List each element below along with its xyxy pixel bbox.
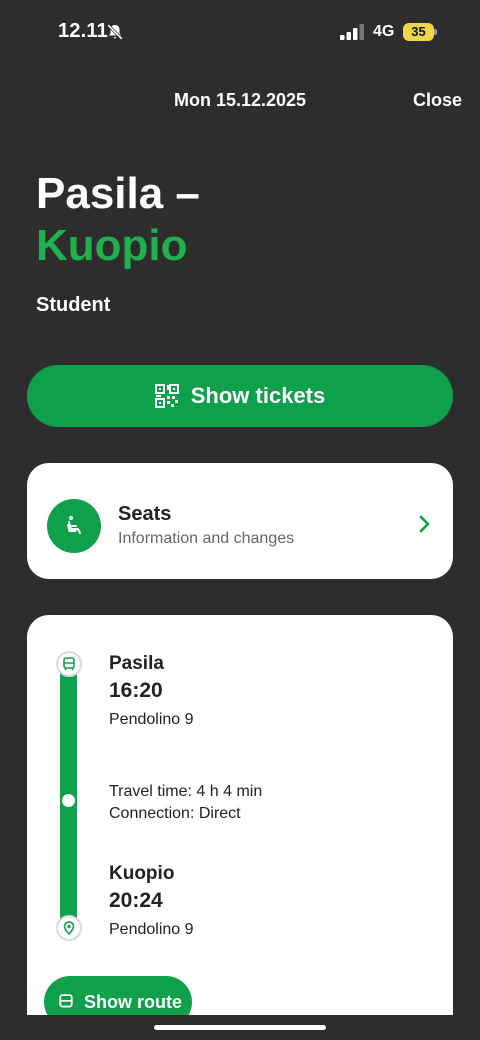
arrival-marker [56,915,82,941]
departure-time: 16:20 [109,679,163,702]
arrival-time: 20:24 [109,889,163,912]
timeline-midpoint [62,794,75,807]
journey-card: Pasila 16:20 Pendolino 9 Travel time: 4 … [27,615,453,1015]
show-tickets-button[interactable]: Show tickets [27,365,453,427]
qr-code-icon [154,384,179,408]
departure-station: Pasila [109,653,164,674]
close-button[interactable]: Close [413,90,462,111]
travel-time: Travel time: 4 h 4 min [109,783,263,800]
location-pin-icon [63,921,75,935]
departure-train: Pendolino 9 [109,711,194,728]
route-title: Pasila – Kuopio [36,168,200,272]
status-bar: 12.11 4G 35 [0,0,480,64]
travel-date: Mon 15.12.2025 [173,90,307,110]
network-label: 4G [373,23,395,40]
battery-cap [434,29,437,35]
seats-title: Seats [118,503,172,525]
connection-type: Connection: Direct [109,805,241,822]
seats-subtitle: Information and changes [118,530,295,547]
train-icon [59,994,73,1008]
signal-icon [340,24,364,40]
chevron-right-icon [419,515,430,533]
home-indicator[interactable] [154,1025,326,1030]
seat-icon [67,516,81,534]
seats-card[interactable]: Seats Information and changes [27,463,453,579]
battery-icon: 35 [403,23,437,41]
show-route-label: Show route [84,991,182,1012]
route-destination: Kuopio [36,221,188,270]
route-origin: Pasila – [36,169,200,218]
battery-level: 35 [403,23,434,41]
status-time: 12.11 [58,20,108,42]
show-tickets-label: Show tickets [190,383,326,408]
passenger-type: Student [36,294,111,316]
arrival-train: Pendolino 9 [109,921,194,938]
arrival-station: Kuopio [109,863,175,884]
train-icon [63,657,75,671]
departure-marker [56,651,82,677]
show-route-button[interactable]: Show route [44,976,192,1015]
bell-muted-icon [107,24,123,40]
seat-icon-circle [47,499,101,553]
